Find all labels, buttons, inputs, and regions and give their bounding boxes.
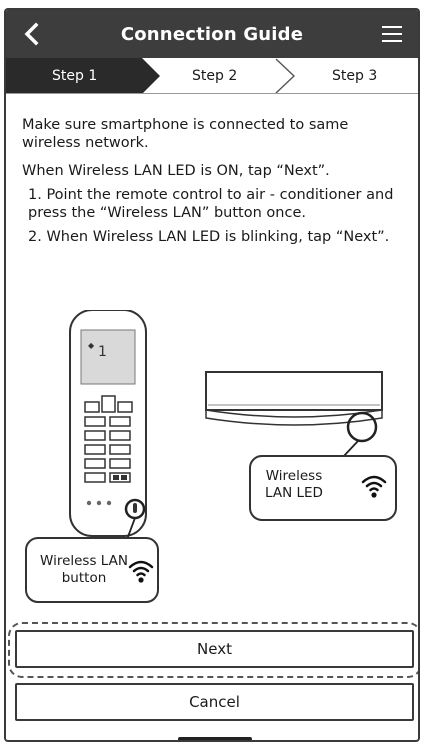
instruction-network: Make sure smartphone is connected to sam… [22, 117, 349, 151]
svg-text:◆: ◆ [88, 341, 95, 350]
chevron-left-icon[interactable] [20, 22, 44, 46]
remote-display-digit: 1 [98, 344, 107, 360]
step-progress: Step 1 Step 2 Step 3 [6, 58, 418, 94]
air-conditioner-image [205, 371, 383, 459]
next-button[interactable]: Next [15, 630, 414, 668]
instruction-step-1: 1. Point the remote control to air - con… [28, 187, 394, 221]
remote-control-image: ◆ 1 [69, 309, 147, 543]
header-bar: Connection Guide [6, 10, 418, 58]
instruction-step-2: 2. When Wireless LAN LED is blinking, ta… [28, 229, 390, 245]
step-1-active: Step 1 [52, 68, 98, 84]
wireless-lan-button-callout: Wireless LAN button [40, 553, 128, 586]
instructions: Make sure smartphone is connected to sam… [22, 116, 407, 252]
step-3: Step 3 [332, 68, 378, 84]
app-screen: Connection Guide Step 1 Step 2 Step 3 Ma… [4, 8, 420, 742]
home-indicator [178, 737, 252, 740]
hamburger-menu-icon[interactable] [380, 23, 404, 45]
instruction-led-on: When Wireless LAN LED is ON, tap “Next”. [22, 163, 330, 179]
wireless-lan-led-callout: Wireless LAN LED [265, 468, 323, 501]
illustration: ◆ 1 Wireless LAN button Wireless LAN LED [6, 309, 418, 610]
page-title: Connection Guide [120, 23, 304, 45]
cancel-button[interactable]: Cancel [15, 683, 414, 721]
step-2: Step 2 [192, 68, 238, 84]
